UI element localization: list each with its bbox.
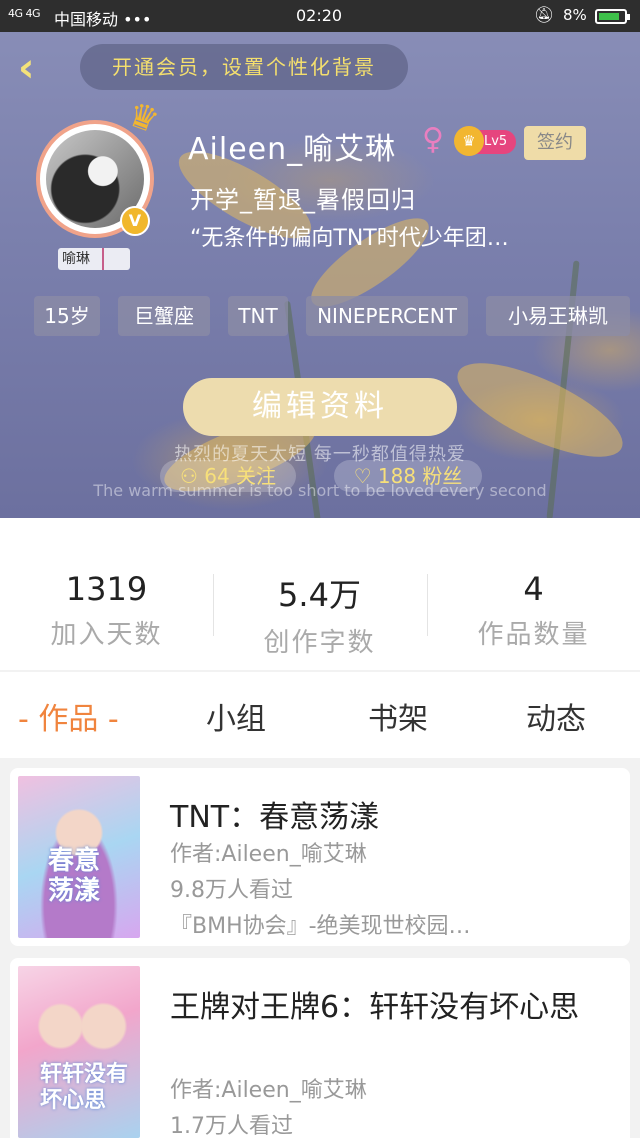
profile-header: 4G 4G 中国移动 ••• 02:20 🔕︎ 8% ‹ 开通会员，设置个性化背…	[0, 0, 640, 518]
background-quote-en: The warm summer is too short to be loved…	[93, 481, 547, 500]
level-label: Lv5	[484, 134, 508, 149]
stat-value: 5.4万	[278, 576, 361, 614]
stat-label: 作品数量	[477, 620, 590, 650]
work-item[interactable]: 春意荡漾 TNT：春意荡漾 作者:Aileen_喻艾琳 9.8万人看过 『BMH…	[10, 768, 630, 946]
stat-label: 加入天数	[50, 620, 163, 650]
stats-panel: 1319 加入天数 5.4万 创作字数 4 作品数量	[0, 518, 640, 670]
level-badge[interactable]: ♛ Lv5	[454, 126, 516, 156]
bio-line-2: “无条件的偏向TNT时代少年团…	[190, 226, 509, 251]
stat-value: 4	[523, 570, 544, 608]
work-title: TNT：春意荡漾	[170, 800, 380, 835]
tag-ninepercent[interactable]: NINEPERCENT	[306, 296, 468, 336]
tab-bookshelf[interactable]: 书架	[368, 694, 428, 738]
stat-days-joined: 1319 加入天数	[0, 570, 213, 651]
work-description: 『BMH协会』-绝美现世校园…	[170, 914, 471, 939]
work-author: 作者:Aileen_喻艾琳	[170, 1078, 367, 1103]
stat-works-count: 4 作品数量	[427, 570, 640, 651]
edit-profile-button[interactable]: 编辑资料	[183, 378, 457, 436]
stat-label: 创作字数	[263, 628, 376, 658]
avatar-name-tag: 喻琳	[58, 248, 130, 270]
battery-icon	[595, 9, 630, 24]
clock: 02:20	[296, 6, 343, 25]
tab-works[interactable]: - 作品 -	[18, 694, 119, 738]
username: Aileen_喻艾琳	[188, 132, 397, 167]
work-views: 9.8万人看过	[170, 878, 293, 903]
content-tabs: - 作品 - 小组 书架 动态	[0, 672, 640, 758]
bell-icon: 🔕︎	[534, 5, 555, 24]
tab-activity[interactable]: 动态	[526, 694, 586, 738]
vip-promo-button[interactable]: 开通会员，设置个性化背景	[80, 44, 408, 90]
work-cover: 轩轩没有坏心思	[18, 966, 140, 1138]
level-crown-icon: ♛	[454, 126, 484, 156]
work-author: 作者:Aileen_喻艾琳	[170, 842, 367, 867]
stat-word-count: 5.4万 创作字数	[213, 570, 426, 659]
tag-wang-linkai[interactable]: 小易王琳凯	[486, 296, 630, 336]
background-quote-cn: 热烈的夏天太短 每一秒都值得热爱	[174, 444, 466, 465]
work-views: 1.7万人看过	[170, 1114, 293, 1138]
female-icon: ♀	[422, 122, 444, 157]
tag-zodiac[interactable]: 巨蟹座	[118, 296, 210, 336]
tag-tnt[interactable]: TNT	[228, 296, 288, 336]
stat-value: 1319	[65, 570, 148, 608]
work-title: 王牌对王牌6：轩轩没有坏心思	[170, 990, 580, 1025]
back-button[interactable]: ‹	[18, 48, 52, 90]
status-bar: 4G 4G 中国移动 ••• 02:20 🔕︎ 8%	[0, 0, 640, 32]
tag-age[interactable]: 15岁	[34, 296, 100, 336]
cover-title: 春意荡漾	[48, 846, 101, 906]
battery-percent: 8%	[563, 6, 587, 24]
bio-line-1: 开学_暂退_暑假回归	[190, 186, 416, 214]
verified-icon: V	[120, 206, 150, 236]
tab-groups[interactable]: 小组	[206, 694, 266, 738]
work-item[interactable]: 轩轩没有坏心思 王牌对王牌6：轩轩没有坏心思 作者:Aileen_喻艾琳 1.7…	[10, 958, 630, 1138]
carrier-name: 中国移动 •••	[54, 10, 152, 29]
cover-title: 轩轩没有坏心思	[40, 1062, 129, 1113]
sign-contract-button[interactable]: 签约	[524, 126, 586, 160]
work-cover: 春意荡漾	[18, 776, 140, 938]
signal-icon: 4G 4G	[8, 7, 41, 20]
